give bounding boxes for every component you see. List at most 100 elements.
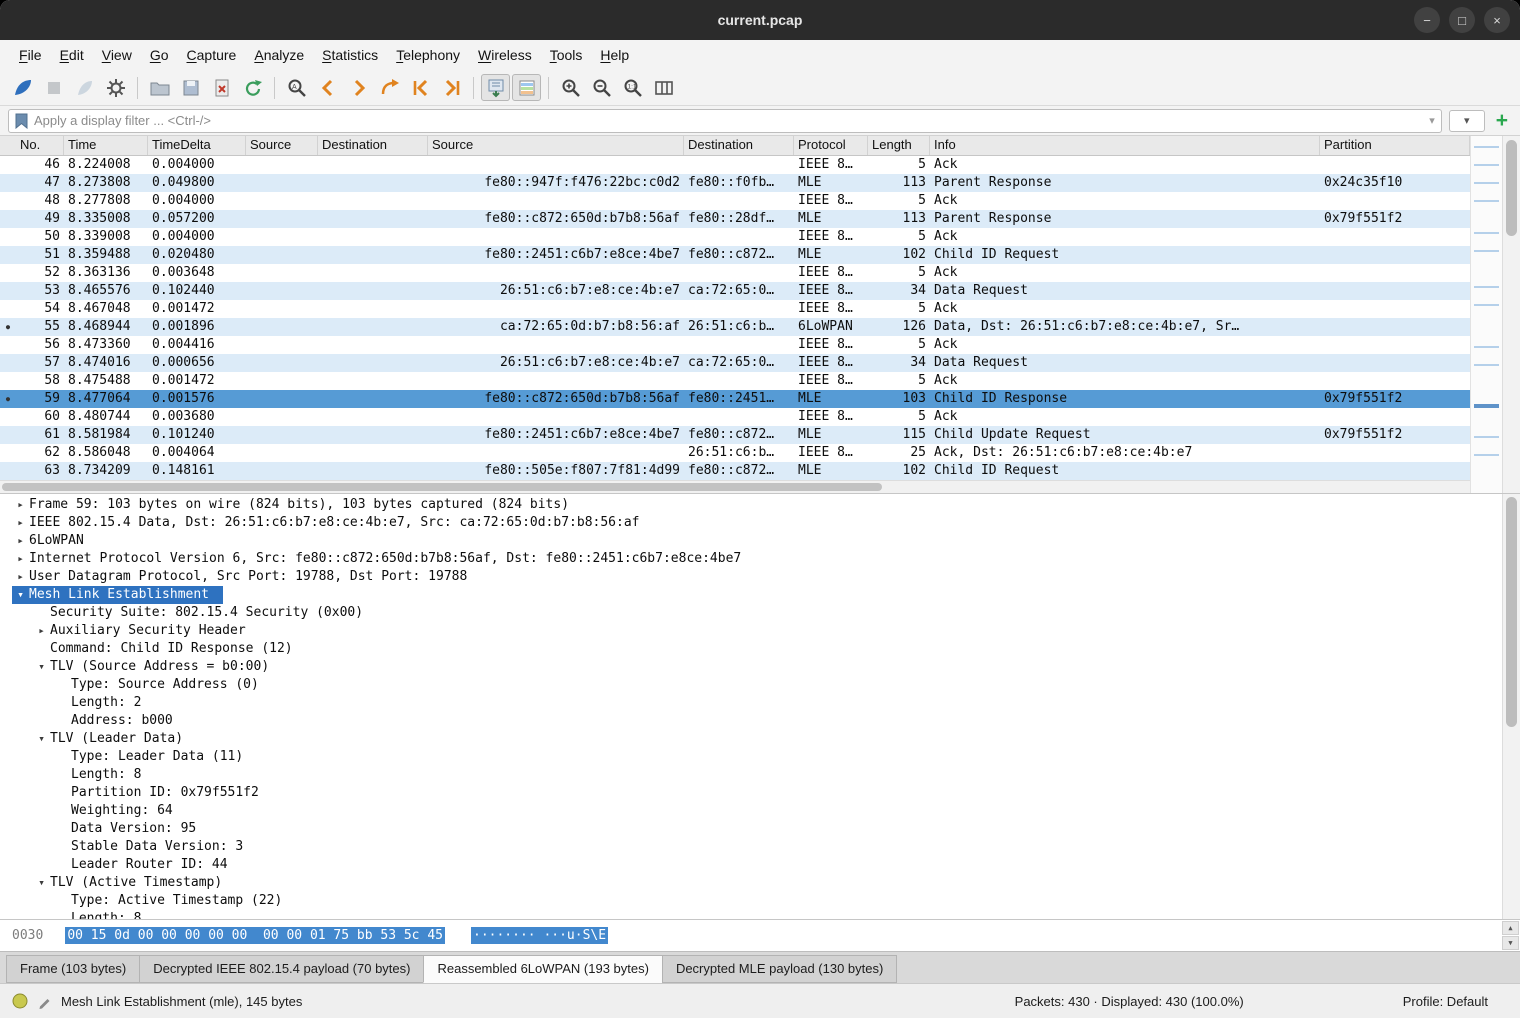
packet-row-52[interactable]: 528.3631360.003648IEEE 8…5Ack bbox=[0, 264, 1470, 282]
menu-file[interactable]: File bbox=[10, 43, 51, 67]
goto-packet-icon[interactable] bbox=[375, 74, 404, 101]
detail-line[interactable]: Type: Source Address (0) bbox=[0, 676, 1520, 694]
expand-arrow-icon[interactable]: ▸ bbox=[33, 622, 50, 640]
previous-packet-icon[interactable] bbox=[313, 74, 342, 101]
packet-row-55[interactable]: ●558.4689440.001896ca:72:65:0d:b7:b8:56:… bbox=[0, 318, 1470, 336]
hex-ascii-selected[interactable]: ········ ···u·S\E bbox=[471, 927, 608, 944]
byte-tab-decrypted-mle-payload-130-bytes-[interactable]: Decrypted MLE payload (130 bytes) bbox=[662, 955, 897, 983]
auto-scroll-icon[interactable] bbox=[481, 74, 510, 101]
packet-row-50[interactable]: 508.3390080.004000IEEE 8…5Ack bbox=[0, 228, 1470, 246]
menu-capture[interactable]: Capture bbox=[178, 43, 246, 67]
reload-file-icon[interactable] bbox=[238, 74, 267, 101]
detail-line[interactable]: ▸Auxiliary Security Header bbox=[0, 622, 1520, 640]
colorize-packets-icon[interactable] bbox=[512, 74, 541, 101]
detail-line[interactable]: Weighting: 64 bbox=[0, 802, 1520, 820]
column-header-destination[interactable]: Destination bbox=[684, 136, 794, 155]
detail-line[interactable]: Length: 8 bbox=[0, 766, 1520, 784]
minimize-icon[interactable]: − bbox=[1414, 7, 1440, 33]
packet-row-59[interactable]: ●598.4770640.001576fe80::c872:650d:b7b8:… bbox=[0, 390, 1470, 408]
column-header-info[interactable]: Info bbox=[930, 136, 1320, 155]
filter-expression-dropdown[interactable]: ▾ bbox=[1449, 110, 1485, 132]
detail-line[interactable]: Type: Active Timestamp (22) bbox=[0, 892, 1520, 910]
expand-arrow-icon[interactable]: ▸ bbox=[12, 568, 29, 586]
detail-line[interactable]: Length: 2 bbox=[0, 694, 1520, 712]
detail-line[interactable]: ▸IEEE 802.15.4 Data, Dst: 26:51:c6:b7:e8… bbox=[0, 514, 1520, 532]
column-header-partition[interactable]: Partition bbox=[1320, 136, 1470, 155]
next-packet-icon[interactable] bbox=[344, 74, 373, 101]
maximize-icon[interactable]: □ bbox=[1449, 7, 1475, 33]
packet-list-vscrollbar[interactable] bbox=[1502, 136, 1520, 493]
packet-list-hscrollbar[interactable] bbox=[0, 480, 1470, 493]
display-filter-input[interactable] bbox=[34, 113, 1423, 128]
first-packet-icon[interactable] bbox=[406, 74, 435, 101]
collapse-arrow-icon[interactable]: ▾ bbox=[33, 658, 50, 676]
packet-row-56[interactable]: 568.4733600.004416IEEE 8…5Ack bbox=[0, 336, 1470, 354]
start-capture-icon[interactable] bbox=[8, 74, 37, 101]
save-file-icon[interactable] bbox=[176, 74, 205, 101]
column-header-timedelta[interactable]: TimeDelta bbox=[148, 136, 246, 155]
packet-row-53[interactable]: 538.4655760.10244026:51:c6:b7:e8:ce:4b:e… bbox=[0, 282, 1470, 300]
menu-telephony[interactable]: Telephony bbox=[387, 43, 469, 67]
column-header-source[interactable]: Source bbox=[246, 136, 318, 155]
detail-line[interactable]: ▾TLV (Active Timestamp) bbox=[0, 874, 1520, 892]
detail-line[interactable]: Partition ID: 0x79f551f2 bbox=[0, 784, 1520, 802]
status-profile[interactable]: Profile: Default bbox=[1403, 994, 1488, 1009]
packet-row-57[interactable]: 578.4740160.00065626:51:c6:b7:e8:ce:4b:e… bbox=[0, 354, 1470, 372]
packet-row-47[interactable]: 478.2738080.049800fe80::947f:f476:22bc:c… bbox=[0, 174, 1470, 192]
last-packet-icon[interactable] bbox=[437, 74, 466, 101]
capture-options-icon[interactable] bbox=[101, 74, 130, 101]
details-vscroll-thumb[interactable] bbox=[1506, 497, 1517, 727]
find-packet-icon[interactable]: A bbox=[282, 74, 311, 101]
detail-line[interactable]: Type: Leader Data (11) bbox=[0, 748, 1520, 766]
filter-bookmark-icon[interactable] bbox=[15, 113, 28, 129]
detail-line[interactable]: Address: b000 bbox=[0, 712, 1520, 730]
collapse-arrow-icon[interactable]: ▾ bbox=[33, 874, 50, 892]
byte-tab-reassembled-6lowpan-193-bytes-[interactable]: Reassembled 6LoWPAN (193 bytes) bbox=[423, 955, 662, 983]
zoom-original-icon[interactable]: 1:1 bbox=[618, 74, 647, 101]
menu-edit[interactable]: Edit bbox=[51, 43, 93, 67]
detail-line[interactable]: ▾TLV (Leader Data) bbox=[0, 730, 1520, 748]
packet-row-63[interactable]: 638.7342090.148161fe80::505e:f807:7f81:4… bbox=[0, 462, 1470, 480]
byte-tab-frame-103-bytes-[interactable]: Frame (103 bytes) bbox=[6, 955, 140, 983]
column-header-protocol[interactable]: Protocol bbox=[794, 136, 868, 155]
expand-arrow-icon[interactable]: ▸ bbox=[12, 496, 29, 514]
column-header-source[interactable]: Source bbox=[428, 136, 684, 155]
expand-arrow-icon[interactable]: ▸ bbox=[12, 532, 29, 550]
menu-go[interactable]: Go bbox=[141, 43, 178, 67]
packet-row-60[interactable]: 608.4807440.003680IEEE 8…5Ack bbox=[0, 408, 1470, 426]
packet-row-58[interactable]: 588.4754880.001472IEEE 8…5Ack bbox=[0, 372, 1470, 390]
menu-tools[interactable]: Tools bbox=[541, 43, 592, 67]
detail-line[interactable]: ▾TLV (Source Address = b0:00) bbox=[0, 658, 1520, 676]
column-header-time[interactable]: Time bbox=[64, 136, 148, 155]
expert-info-icon[interactable] bbox=[12, 993, 28, 1009]
detail-line[interactable]: ▸Frame 59: 103 bytes on wire (824 bits),… bbox=[0, 496, 1520, 514]
column-header-length[interactable]: Length bbox=[868, 136, 930, 155]
expand-arrow-icon[interactable]: ▸ bbox=[12, 514, 29, 532]
detail-line[interactable]: Command: Child ID Response (12) bbox=[0, 640, 1520, 658]
open-file-icon[interactable] bbox=[145, 74, 174, 101]
hex-scroll-down-icon[interactable]: ▼ bbox=[1502, 936, 1519, 950]
packet-row-62[interactable]: 628.5860480.00406426:51:c6:b…IEEE 8…25Ac… bbox=[0, 444, 1470, 462]
packet-row-54[interactable]: 548.4670480.001472IEEE 8…5Ack bbox=[0, 300, 1470, 318]
menu-statistics[interactable]: Statistics bbox=[313, 43, 387, 67]
details-vscrollbar[interactable] bbox=[1502, 494, 1520, 919]
restart-capture-icon[interactable] bbox=[70, 74, 99, 101]
detail-line[interactable]: Leader Router ID: 44 bbox=[0, 856, 1520, 874]
collapse-arrow-icon[interactable]: ▾ bbox=[33, 730, 50, 748]
hscroll-thumb[interactable] bbox=[2, 483, 882, 491]
packet-row-49[interactable]: 498.3350080.057200fe80::c872:650d:b7b8:5… bbox=[0, 210, 1470, 228]
hex-scroll-up-icon[interactable]: ▲ bbox=[1502, 921, 1519, 935]
zoom-in-icon[interactable] bbox=[556, 74, 585, 101]
packet-row-51[interactable]: 518.3594880.020480fe80::2451:c6b7:e8ce:4… bbox=[0, 246, 1470, 264]
byte-tab-decrypted-ieee-802-15-4-payload-70-bytes-[interactable]: Decrypted IEEE 802.15.4 payload (70 byte… bbox=[139, 955, 424, 983]
column-header-no-[interactable]: No. bbox=[16, 136, 64, 155]
capture-comment-icon[interactable] bbox=[37, 994, 52, 1009]
menu-wireless[interactable]: Wireless bbox=[469, 43, 541, 67]
menu-view[interactable]: View bbox=[93, 43, 141, 67]
packet-row-61[interactable]: 618.5819840.101240fe80::2451:c6b7:e8ce:4… bbox=[0, 426, 1470, 444]
add-filter-button[interactable]: + bbox=[1492, 110, 1512, 131]
detail-line[interactable]: Length: 8 bbox=[0, 910, 1520, 919]
detail-line[interactable]: ▸Internet Protocol Version 6, Src: fe80:… bbox=[0, 550, 1520, 568]
detail-line[interactable]: ▾Mesh Link Establishment bbox=[0, 586, 1520, 604]
expand-arrow-icon[interactable]: ▸ bbox=[12, 550, 29, 568]
